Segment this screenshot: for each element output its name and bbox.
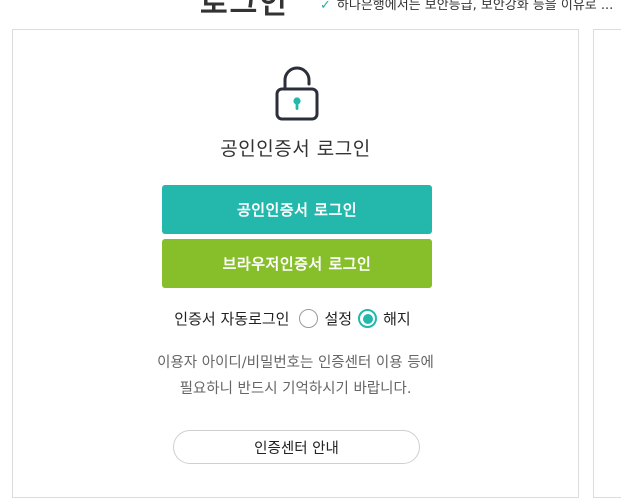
auto-login-row: 인증서 자동로그인 설정 해지 — [13, 308, 578, 329]
auto-login-on-label[interactable]: 설정 — [324, 308, 352, 329]
auto-login-on-radio[interactable] — [299, 309, 319, 328]
page-title: 로그인 — [200, 0, 289, 21]
lock-icon — [275, 66, 319, 121]
adjacent-card — [593, 29, 621, 498]
id-password-notice: 이용자 아이디/비밀번호는 인증센터 이용 등에 필요하니 반드시 기억하시기 … — [13, 350, 578, 402]
security-notice-text: 하나은행에서는 보안등급, 보안강화 등을 이유로 ... — [336, 0, 614, 13]
check-icon: ✓ — [320, 0, 331, 13]
cert-center-guide-button[interactable]: 인증센터 안내 — [173, 430, 420, 464]
security-notice: ✓ 하나은행에서는 보안등급, 보안강화 등을 이유로 ... — [320, 0, 613, 13]
auto-login-label: 인증서 자동로그인 — [174, 310, 290, 328]
cert-login-button[interactable]: 공인인증서 로그인 — [162, 185, 432, 234]
notice-line-1: 이용자 아이디/비밀번호는 인증센터 이용 등에 — [157, 355, 434, 371]
auto-login-off-label[interactable]: 해지 — [383, 308, 411, 329]
card-title: 공인인증서 로그인 — [220, 138, 371, 160]
cert-login-card: 공인인증서 로그인 공인인증서 로그인 브라우저인증서 로그인 인증서 자동로그… — [12, 29, 579, 498]
notice-line-2: 필요하니 반드시 기억하시기 바랍니다. — [179, 381, 412, 397]
browser-cert-login-button[interactable]: 브라우저인증서 로그인 — [162, 239, 432, 288]
auto-login-off-radio[interactable] — [358, 309, 378, 328]
